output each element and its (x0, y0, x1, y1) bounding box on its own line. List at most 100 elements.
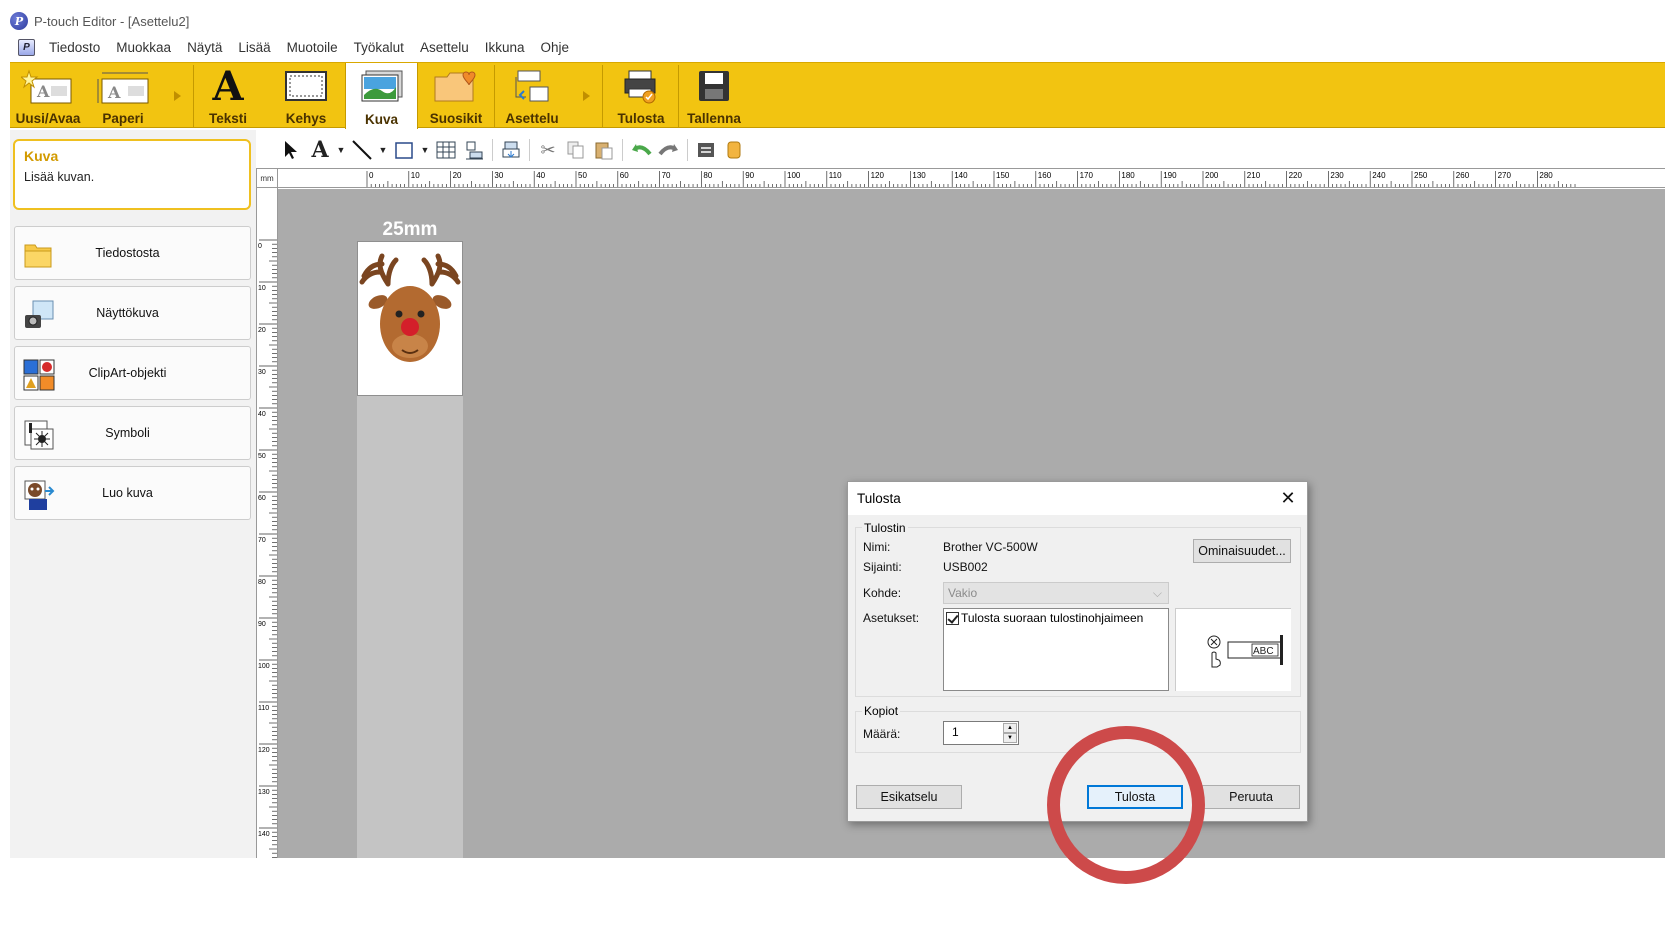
dialog-title: Tulosta (857, 491, 901, 506)
ruler-tick-label: 30 (494, 171, 503, 180)
ribbon-teksti-button[interactable]: A Teksti (196, 63, 260, 128)
symbol-button[interactable]: Symboli (14, 406, 251, 460)
highlight-circle (1047, 726, 1205, 884)
ruler-tick-label: 100 (258, 663, 270, 670)
printer-location-value: USB002 (943, 560, 988, 574)
menu-muotoile[interactable]: Muotoile (279, 40, 346, 55)
toolbar-separator (529, 139, 530, 161)
screenshot-camera-icon (25, 300, 54, 328)
select-arrow-icon[interactable] (280, 138, 304, 162)
menu-muokkaa[interactable]: Muokkaa (108, 40, 179, 55)
ribbon-label: Kuva (364, 112, 398, 127)
copies-group-label: Kopiot (862, 704, 901, 718)
save-icon (699, 71, 729, 101)
ribbon-label: Tulosta (617, 111, 665, 126)
menu-tiedosto[interactable]: Tiedosto (41, 40, 108, 55)
ribbon-suosikit-button[interactable]: Suosikit (420, 63, 492, 128)
printer-name-value: Brother VC-500W (943, 540, 1038, 554)
redo-icon[interactable] (657, 138, 681, 162)
ruler-tick-label: 130 (912, 171, 926, 180)
undo-icon[interactable] (629, 138, 653, 162)
ruler-tick-label: 90 (258, 621, 266, 628)
cut-icon[interactable]: ✂ (536, 138, 560, 162)
settings-list-item[interactable]: Tulosta suoraan tulostinohjaimeen (944, 609, 1168, 627)
ribbon-tulosta-button[interactable]: Tulosta (605, 63, 677, 128)
paste-icon[interactable] (592, 138, 616, 162)
document-icon[interactable]: P (18, 38, 35, 56)
menu-bar: P Tiedosto Muokkaa Näytä Lisää Muotoile … (10, 36, 577, 58)
ribbon-asettelu-button[interactable]: Asettelu (496, 63, 568, 128)
dropdown-arrow-icon[interactable]: ▼ (420, 138, 430, 162)
ruler-tick-label: 250 (1414, 171, 1428, 180)
close-icon[interactable]: ✕ (1278, 488, 1298, 508)
ruler-tick-label: 40 (258, 411, 266, 418)
copy-icon[interactable] (564, 138, 588, 162)
window-title: P-touch Editor - [Asettelu2] (34, 13, 190, 29)
copies-spinner[interactable]: 1 ▲ ▼ (943, 721, 1019, 745)
info-title: Kuva (24, 148, 59, 164)
ribbon-uusi-avaa-button[interactable]: A Uusi/Avaa (10, 63, 86, 128)
p-touch-logo-icon: P (10, 12, 28, 30)
preview-abc-text: ABC (1253, 646, 1274, 657)
target-select[interactable]: Vakio ⌵ (943, 582, 1169, 604)
layout-icon (515, 70, 549, 102)
ruler-tick-label: 280 (1539, 171, 1553, 180)
table-icon[interactable] (434, 138, 458, 162)
create-image-icon (24, 480, 55, 510)
setting-checkbox[interactable] (946, 612, 959, 626)
ribbon-label: Suosikit (429, 111, 483, 126)
rectangle-tool-icon[interactable] (392, 138, 416, 162)
printer-group-label: Tulostin (862, 521, 908, 535)
create-image-button[interactable]: Luo kuva (14, 466, 251, 520)
preview-button[interactable]: Esikatselu (856, 785, 962, 809)
ruler-tick-label: 260 (1456, 171, 1470, 180)
toolbar-separator (622, 139, 623, 161)
ribbon-tallenna-button[interactable]: Tallenna (680, 63, 748, 128)
ribbon-expand-arrow-icon[interactable] (583, 91, 590, 101)
text-tool-icon[interactable]: A (308, 137, 332, 163)
dropdown-arrow-icon[interactable]: ▼ (336, 138, 346, 162)
reindeer-image[interactable] (358, 242, 462, 395)
align-icon[interactable] (462, 138, 486, 162)
ribbon-label: Asettelu (505, 111, 559, 126)
ribbon-kuva-button[interactable]: Kuva (345, 63, 418, 129)
dropdown-arrow-icon[interactable]: ▼ (378, 138, 388, 162)
ribbon-label: Tallenna (687, 111, 741, 126)
ruler-tick-label: 140 (954, 171, 968, 180)
properties-icon[interactable] (694, 138, 718, 162)
chevron-down-icon: ⌵ (1152, 586, 1162, 600)
horizontal-ruler[interactable]: 0 10 20 30 40 50 60 70 80 90 100 110 120 130 140 150 160… (278, 168, 1665, 188)
symbol-icon (24, 420, 54, 450)
toolbar-separator (492, 139, 493, 161)
menu-nayta[interactable]: Näytä (179, 40, 230, 55)
properties-button[interactable]: Ominaisuudet... (1193, 539, 1291, 563)
new-open-icon: A (21, 69, 72, 104)
cancel-button[interactable]: Peruuta (1202, 785, 1300, 809)
ruler-tick-label: 230 (1330, 171, 1344, 180)
arrange-icon[interactable] (499, 138, 523, 162)
label-paper[interactable] (357, 241, 463, 396)
clipart-icon (23, 359, 55, 391)
spin-up-icon[interactable]: ▲ (1003, 723, 1017, 733)
clipart-button[interactable]: ClipArt-objekti (14, 346, 251, 400)
ribbon-expand-arrow-icon[interactable] (174, 91, 181, 101)
from-file-button[interactable]: Tiedostosta (14, 226, 251, 280)
menu-asettelu[interactable]: Asettelu (412, 40, 477, 55)
vertical-ruler[interactable]: 0 10 20 30 40 50 60 70 80 90 100 110 120 130 140 (256, 188, 278, 858)
menu-lisaa[interactable]: Lisää (230, 40, 278, 55)
ruler-tick-label: 270 (1498, 171, 1512, 180)
ruler-unit: mm (256, 168, 278, 188)
ruler-tick-label: 100 (787, 171, 801, 180)
spin-down-icon[interactable]: ▼ (1003, 733, 1017, 743)
ruler-tick-label: 180 (1121, 171, 1135, 180)
ribbon-kehys-button[interactable]: Kehys (266, 63, 346, 128)
line-tool-icon[interactable] (350, 138, 374, 162)
database-icon[interactable] (722, 138, 746, 162)
screenshot-button[interactable]: Näyttökuva (14, 286, 251, 340)
ribbon-paperi-button[interactable]: A Paperi (88, 63, 158, 128)
ribbon-separator (494, 65, 495, 127)
menu-ohje[interactable]: Ohje (533, 40, 578, 55)
menu-tyokalut[interactable]: Työkalut (346, 40, 412, 55)
settings-list[interactable]: Tulosta suoraan tulostinohjaimeen (943, 608, 1169, 691)
menu-ikkuna[interactable]: Ikkuna (477, 40, 533, 55)
